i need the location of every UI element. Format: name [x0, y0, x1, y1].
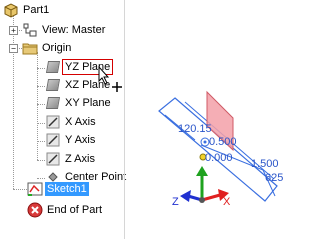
model-browser: Part1 + View: Master − Origin YZ Plane X…	[0, 0, 126, 239]
tree-item-z-axis[interactable]: Z Axis	[45, 151, 97, 167]
tree-item-end-of-part[interactable]: End of Part	[27, 202, 104, 218]
end-of-part-icon	[27, 202, 43, 218]
graphics-viewport[interactable]: 120.15 0.500 0.000 1.500 625 Z X Y	[125, 0, 294, 239]
dimension-label[interactable]: 1.500	[251, 158, 279, 170]
tree-connector	[37, 141, 45, 142]
triad-x-label: X	[223, 196, 231, 208]
tree-connector	[37, 123, 45, 124]
tree-item-y-axis[interactable]: Y Axis	[45, 132, 97, 148]
tree-item-label: Part1	[23, 4, 50, 16]
tree-item-label: Y Axis	[65, 134, 96, 146]
plane-icon	[45, 97, 61, 109]
dimension-label[interactable]: 0.500	[209, 136, 237, 148]
triad-z-label: Z	[172, 196, 179, 208]
sketch-icon	[27, 181, 43, 197]
axis-icon	[46, 115, 60, 129]
tree-connector	[37, 104, 45, 105]
expand-toggle[interactable]: +	[9, 26, 18, 35]
dimension-label[interactable]: 120.15	[178, 123, 212, 135]
folder-icon	[22, 40, 38, 56]
view-triad	[180, 166, 229, 203]
tree-item-label: End of Part	[47, 204, 103, 216]
tree-connector	[13, 189, 27, 190]
tree-item-view[interactable]: View: Master	[22, 22, 107, 38]
tree-item-label: Z Axis	[65, 153, 95, 165]
tree-connector	[37, 86, 45, 87]
part-icon	[3, 2, 19, 18]
tree-item-label: View: Master	[42, 24, 106, 36]
sketch-geometry	[158, 90, 278, 203]
tree-item-label: X Axis	[65, 116, 96, 128]
tree-connector	[37, 68, 45, 69]
triad-y-label: Y	[199, 152, 200, 153]
tree-item-xy-plane[interactable]: XY Plane	[45, 95, 113, 111]
tree-connector	[37, 160, 45, 161]
plane-icon	[45, 61, 61, 73]
mouse-cursor-icon	[98, 66, 122, 92]
tree-item-origin[interactable]: Origin	[22, 40, 73, 56]
tree-item-label: XY Plane	[65, 97, 111, 109]
collapse-toggle[interactable]: −	[9, 44, 18, 53]
plane-icon	[45, 79, 61, 91]
axis-icon	[46, 152, 60, 166]
view-rep-icon	[22, 22, 38, 38]
tree-connector	[37, 178, 45, 179]
tree-connector	[13, 14, 14, 189]
tree-item-x-axis[interactable]: X Axis	[45, 114, 98, 130]
tree-item-part[interactable]: Part1	[3, 2, 51, 18]
tree-item-sketch[interactable]: Sketch1	[27, 181, 89, 197]
dimension-label[interactable]: 0.000	[205, 152, 233, 164]
axis-icon	[46, 133, 60, 147]
tree-item-label: Sketch1	[45, 182, 89, 196]
tree-item-label: Origin	[42, 42, 72, 54]
dimension-label[interactable]: 625	[265, 172, 283, 184]
